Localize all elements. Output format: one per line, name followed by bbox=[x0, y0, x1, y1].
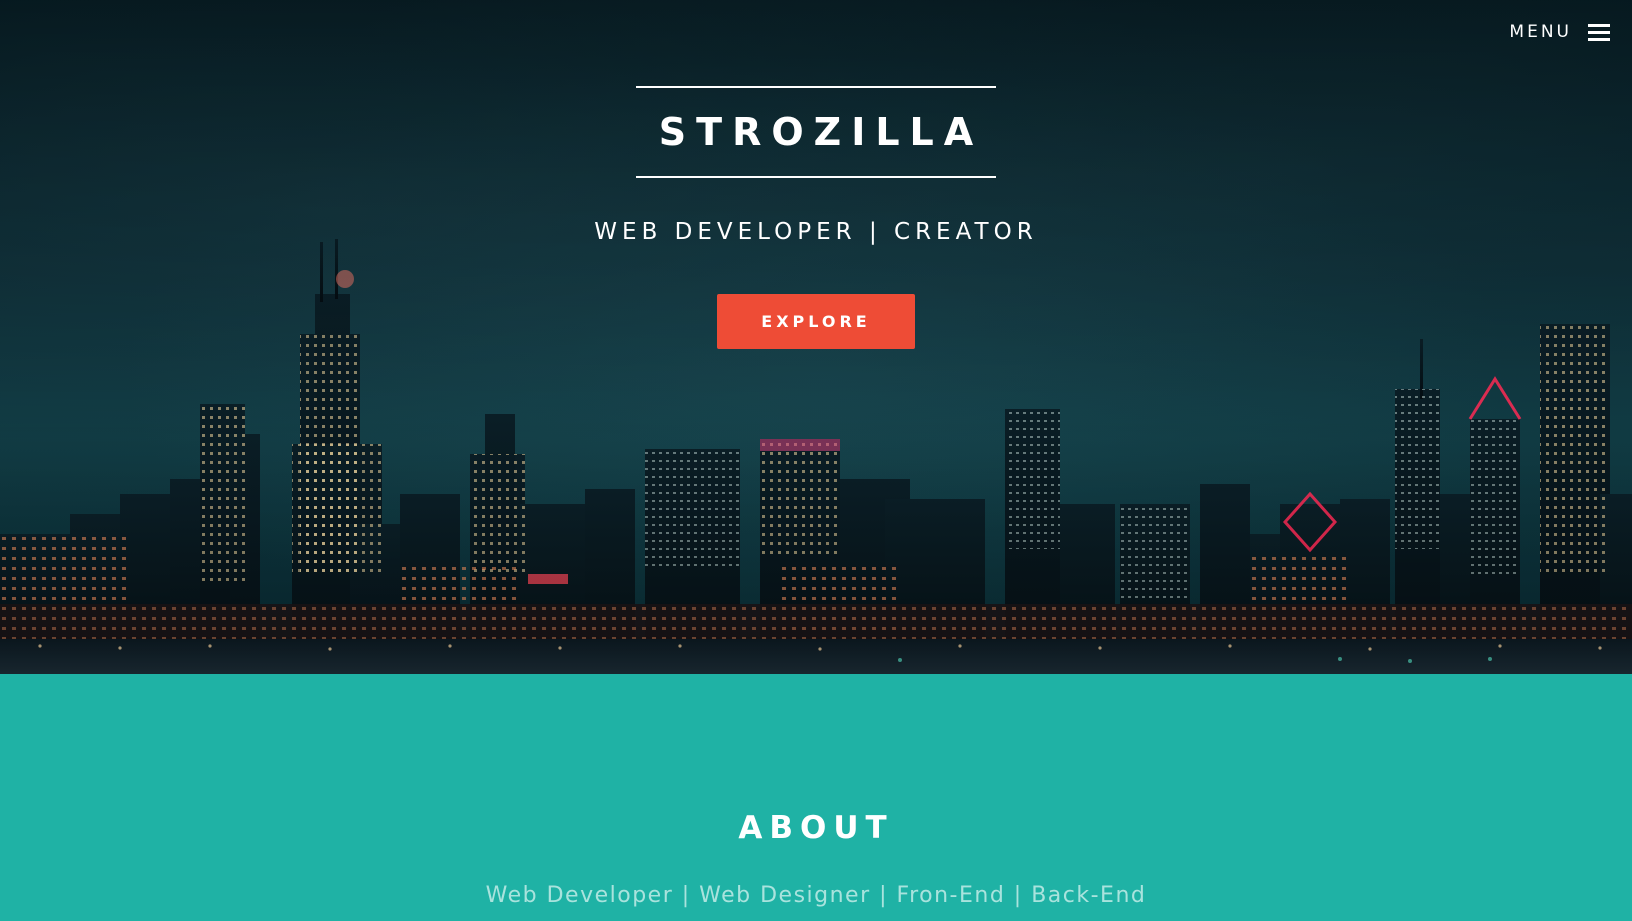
brand-block: STROZILLA bbox=[636, 86, 996, 178]
menu-label: MENU bbox=[1509, 22, 1572, 42]
hero-tagline: WEB DEVELOPER | CREATOR bbox=[594, 219, 1038, 245]
explore-button[interactable]: EXPLORE bbox=[717, 294, 915, 349]
menu-button[interactable]: MENU bbox=[1509, 22, 1610, 42]
hamburger-menu-icon[interactable] bbox=[1588, 24, 1610, 41]
about-section: ABOUT Web Developer | Web Designer | Fro… bbox=[0, 674, 1632, 921]
hero-section: MENU STROZILLA WEB DEVELOPER | CREATOR E… bbox=[0, 0, 1632, 674]
site-title: STROZILLA bbox=[658, 110, 984, 154]
page: MENU STROZILLA WEB DEVELOPER | CREATOR E… bbox=[0, 0, 1632, 921]
about-subtitle: Web Developer | Web Designer | Fron-End … bbox=[485, 883, 1147, 908]
about-title: ABOUT bbox=[738, 810, 894, 846]
